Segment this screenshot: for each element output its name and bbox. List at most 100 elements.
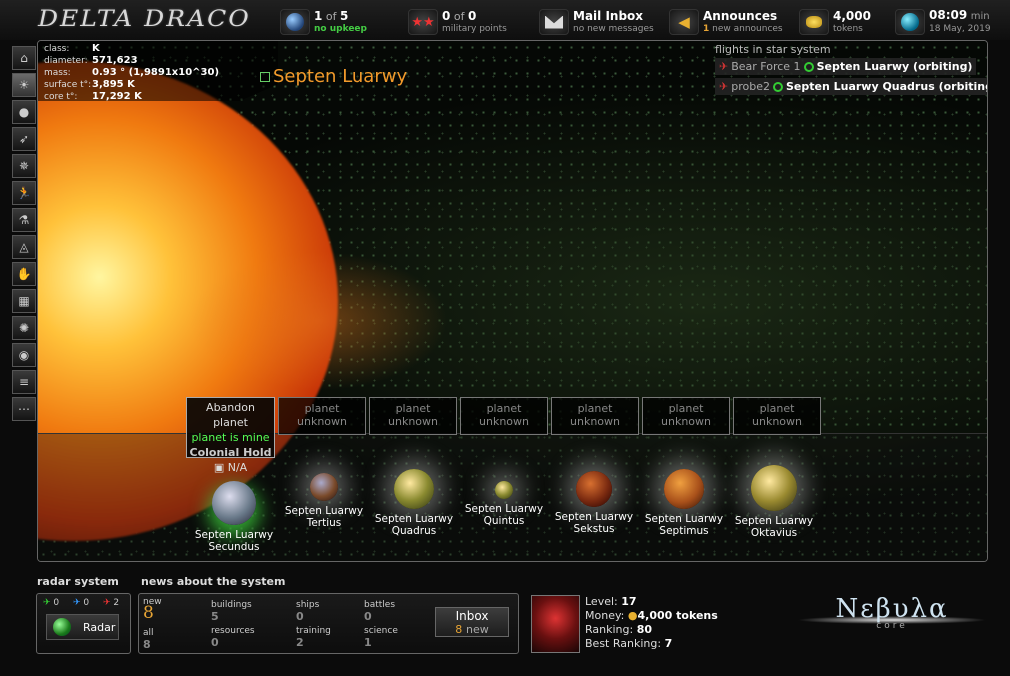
planet-image <box>751 465 797 511</box>
planet-quintus[interactable]: Septen Luarwy Quintus <box>454 481 554 527</box>
game-clock: 08:09 min 18 May, 2019 <box>895 8 991 36</box>
planet-image <box>664 469 704 509</box>
mail-inbox[interactable]: Mail Inbox no new messages <box>539 8 654 36</box>
envelope-icon <box>539 9 569 35</box>
planet-image <box>576 471 612 507</box>
science-icon[interactable]: ⚗ <box>12 208 36 232</box>
stars-icon: ★★ <box>408 9 438 35</box>
news-buildings[interactable]: buildings 5 <box>211 600 252 622</box>
tokens-counter[interactable]: 4,000 tokens <box>799 8 871 36</box>
coins-icon <box>799 9 829 35</box>
star-class: K <box>92 43 100 54</box>
military-counter[interactable]: ★★ 0 of 0 military points <box>408 8 507 36</box>
planet-septimus[interactable]: Septen Luarwy Septimus <box>634 469 734 537</box>
star-info-panel: class: K diameter: 571,623 mass: 0.93 ° (1,… <box>38 41 278 101</box>
news-panel: new 8 all 8 buildings 5 resources 0 ships 0… <box>138 593 519 654</box>
radar-count-enemy: ✈ 2 <box>103 598 120 608</box>
coin-icon: ● <box>627 609 638 622</box>
star-diameter: 571,623 <box>92 55 138 66</box>
inbox-button[interactable]: Inbox 8 new <box>435 607 509 637</box>
news-header: news about the system <box>141 575 286 588</box>
abandon-planet-link[interactable]: Abandon planet <box>187 400 274 430</box>
fleet-icon[interactable]: ➶ <box>12 127 36 151</box>
planet-image <box>310 473 338 501</box>
runner-icon[interactable]: 🏃 <box>12 181 36 205</box>
sun-icon[interactable]: ☀ <box>12 73 36 97</box>
unknown-planet-slot[interactable]: planet unknown <box>551 397 639 435</box>
planet-tertius[interactable]: Septen Luarwy Tertius <box>274 473 374 529</box>
player-best-ranking: 7 <box>664 637 673 650</box>
eye-icon[interactable]: ◉ <box>12 343 36 367</box>
planet-secundus[interactable]: Septen Luarwy Secundus <box>184 481 284 553</box>
ownership-status: planet is mine <box>191 431 270 444</box>
flights-header: flights in star system <box>715 43 831 56</box>
star-system-view: class: K diameter: 571,623 mass: 0.93 ° (1,… <box>37 40 988 562</box>
solar-flare <box>188 251 448 391</box>
news-training[interactable]: training 2 <box>296 626 331 648</box>
news-battles[interactable]: battles 0 <box>364 600 395 622</box>
storage-icon: ▣ <box>213 461 225 474</box>
news-ships[interactable]: ships 0 <box>296 600 319 622</box>
flight-item[interactable]: ✈ probe2 Septen Luarwy Quadrus (orbiting… <box>715 78 987 95</box>
radar-panel: ✈ 0 ✈ 0 ✈ 2 Radar <box>36 593 131 654</box>
planets-counter[interactable]: 1 of 5 no upkeep <box>280 8 367 36</box>
radar-icon <box>53 618 71 636</box>
app-logo[interactable]: DELTA DRACO <box>38 5 251 31</box>
orbit-icon <box>772 81 783 92</box>
planet-slots: Abandon planet planet is mine Colonial H… <box>186 397 821 474</box>
planet-oktavius[interactable]: Septen Luarwy Oktavius <box>724 465 824 539</box>
ship-icon: ✈ <box>719 60 729 73</box>
announces[interactable]: ◀ Announces 1 new announces <box>669 8 783 36</box>
grid-icon <box>260 71 270 82</box>
radar-header: radar system <box>37 575 119 588</box>
planet-icon[interactable]: ● <box>12 100 36 124</box>
ruins-icon[interactable]: ≡ <box>12 370 36 394</box>
system-name: Septen Luarwy <box>260 66 407 87</box>
unknown-planet-slot[interactable]: planet unknown <box>733 397 821 435</box>
battle-icon[interactable]: ✵ <box>12 154 36 178</box>
globe-icon <box>280 9 310 35</box>
player-avatar[interactable] <box>531 595 580 653</box>
upkeep-status: no upkeep <box>314 23 367 34</box>
alliance-icon[interactable]: ◬ <box>12 235 36 259</box>
flights-panel: flights in star system ✈ Bear Force 1 Se… <box>715 43 987 98</box>
megaphone-icon: ◀ <box>669 9 699 35</box>
radar-count-ally: ✈ 0 <box>43 598 60 608</box>
explosion-icon[interactable]: ✺ <box>12 316 36 340</box>
unknown-planet-slot[interactable]: planet unknown <box>460 397 548 435</box>
star-mass: 0.93 ° (1,9891x10^30) <box>92 67 220 78</box>
handshake-icon[interactable]: ✋ <box>12 262 36 286</box>
unknown-planet-slot[interactable]: planet unknown <box>278 397 366 435</box>
player-ranking: 80 <box>636 623 653 636</box>
planet-image <box>394 469 434 509</box>
planet-sekstus[interactable]: Septen Luarwy Sekstus <box>544 471 644 535</box>
radar-count-neutral: ✈ 0 <box>73 598 90 608</box>
ship-icon: ✈ <box>719 80 729 93</box>
news-science[interactable]: science 1 <box>364 626 398 648</box>
planets-count: 1 <box>314 8 323 23</box>
player-money: 4,000 tokens <box>637 609 718 622</box>
clock-globe-icon <box>895 9 925 35</box>
top-bar: DELTA DRACO 1 of 5 no upkeep ★★ 0 of 0 m… <box>0 0 1010 40</box>
owned-planet-slot[interactable]: Abandon planet planet is mine Colonial H… <box>186 397 275 474</box>
city-icon[interactable]: ▦ <box>12 289 36 313</box>
star-surface-temp: 3,895 K <box>92 79 135 90</box>
planet-quadrus[interactable]: Septen Luarwy Quadrus <box>364 469 464 537</box>
planet-image <box>212 481 256 525</box>
news-new[interactable]: new 8 <box>143 597 162 622</box>
player-stats: Level: 17 Money: ●4,000 tokens Ranking: … <box>585 595 718 650</box>
home-icon[interactable]: ⌂ <box>12 46 36 70</box>
news-resources[interactable]: resources 0 <box>211 626 255 648</box>
planet-image <box>495 481 513 499</box>
unknown-planet-slot[interactable]: planet unknown <box>642 397 730 435</box>
orbit-icon <box>803 61 814 72</box>
unknown-planet-slot[interactable]: planet unknown <box>369 397 457 435</box>
brand-logo[interactable]: Νεβυλα core <box>797 594 987 631</box>
news-all[interactable]: all 8 <box>143 628 154 650</box>
sidebar: ⌂ ☀ ● ➶ ✵ 🏃 ⚗ ◬ ✋ ▦ ✺ ◉ ≡ ⋯ <box>12 46 36 424</box>
radar-button[interactable]: Radar <box>46 614 119 640</box>
player-level: 17 <box>621 595 637 608</box>
colony-type: Colonial Hold <box>189 446 272 459</box>
more-icon[interactable]: ⋯ <box>12 397 36 421</box>
flight-item[interactable]: ✈ Bear Force 1 Septen Luarwy (orbiting) <box>715 58 977 75</box>
